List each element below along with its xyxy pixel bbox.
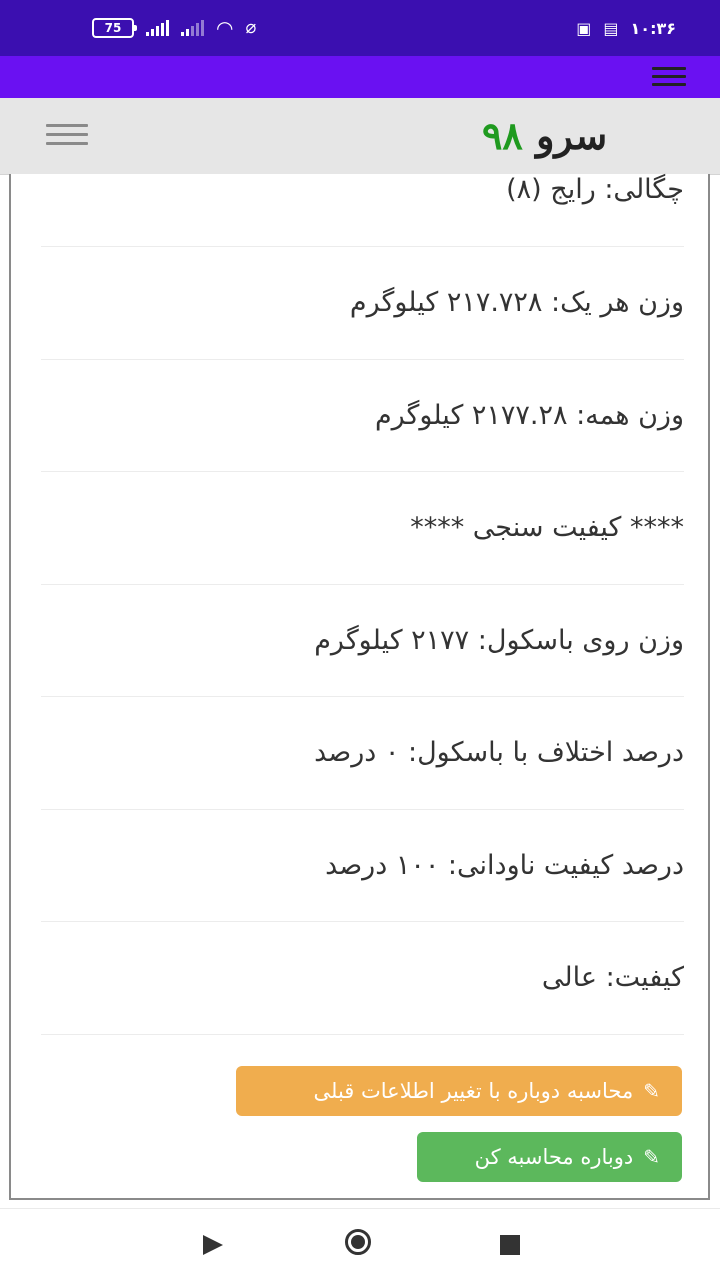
brand-text: سرو [536,113,608,158]
result-density: چگالی: رایج (۸) [41,174,684,247]
nav-toggle-icon[interactable] [46,124,88,146]
results-card: چگالی: رایج (۸) وزن هر یک: ۲۱۷.۷۲۸ کیلوگ… [9,174,710,1200]
result-quality: کیفیت: عالی [41,922,684,1035]
result-scale-weight: وزن روی باسکول: ۲۱۷۷ کیلوگرم [41,585,684,697]
app-bar [0,56,720,98]
home-icon[interactable] [345,1229,371,1255]
trash-icon: ▤ [603,18,619,38]
brand-number: ۹۸ [482,113,523,158]
quality-heading: **** کیفیت سنجی **** [41,472,684,585]
back-icon[interactable] [203,1235,223,1255]
wifi-icon: ◠ [216,16,234,40]
result-scale-difference: درصد اختلاف با باسکول: ۰ درصد [41,697,684,810]
status-time: ۱۰:۳۶ [630,18,676,38]
pencil-icon: ✎ [643,1079,660,1103]
recent-apps-icon[interactable] [500,1235,520,1255]
status-left: 75 ◠ ⌀ [92,16,256,40]
results-list: چگالی: رایج (۸) وزن هر یک: ۲۱۷.۷۲۸ کیلوگ… [41,174,684,1035]
system-nav-bar [0,1208,720,1281]
recalc-label: دوباره محاسبه کن [474,1145,634,1169]
status-right: ▣ ▤ ۱۰:۳۶ [576,16,676,40]
recalc-button[interactable]: ✎ دوباره محاسبه کن [417,1132,682,1182]
site-navbar: سرو ۹۸ [0,98,720,175]
pencil-icon: ✎ [643,1145,660,1169]
brand-logo[interactable]: سرو ۹۸ [482,114,607,158]
app-menu-icon[interactable] [652,67,686,87]
result-weight-each: وزن هر یک: ۲۱۷.۷۲۸ کیلوگرم [41,247,684,360]
signal-icon [146,20,169,36]
result-weight-total: وزن همه: ۲۱۷۷.۲۸ کیلوگرم [41,360,684,472]
signal-icon [181,20,204,36]
recalc-with-previous-label: محاسبه دوباره با تغییر اطلاعات قبلی [313,1079,634,1103]
battery-icon: 75 [92,18,137,38]
status-bar: 75 ◠ ⌀ ▣ ▤ ۱۰:۳۶ [0,0,720,56]
notification-icon: ▣ [576,18,592,38]
recalc-with-previous-button[interactable]: ✎ محاسبه دوباره با تغییر اطلاعات قبلی [236,1066,682,1116]
bell-off-icon: ⌀ [245,17,257,38]
result-channel-quality: درصد کیفیت ناودانی: ۱۰۰ درصد [41,810,684,922]
